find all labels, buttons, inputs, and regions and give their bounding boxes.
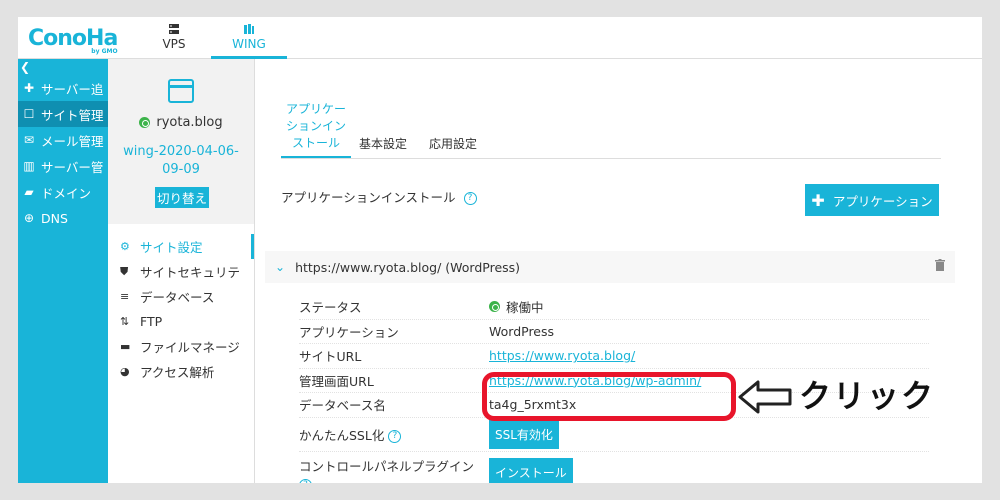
browser-window-icon [168, 79, 194, 103]
row-key: コントロールパネルプラグイン? [299, 458, 489, 483]
trash-icon[interactable] [935, 259, 945, 271]
help-icon[interactable]: ? [463, 192, 477, 205]
row-key: アプリケーション [299, 324, 399, 340]
globe-icon: ⊕ [23, 211, 35, 225]
pie-chart-icon: ◕ [120, 365, 130, 378]
row-value: WordPress [489, 323, 555, 339]
submenu-label: データベース [140, 290, 215, 305]
logo-sub: by GMO [91, 48, 118, 55]
submenu-site-settings[interactable]: ⚙ サイト設定 [108, 234, 254, 259]
sidebar-item-label: サイト管理 [41, 107, 104, 123]
tab-wing-label: WING [232, 37, 266, 51]
sidebar-item-label: サーバー管 [41, 159, 104, 175]
sidebar-item-site-management[interactable]: ☐ サイト管理 [18, 101, 108, 127]
chevron-down-icon: ⌄ [275, 260, 286, 274]
row-key: サイトURL [299, 349, 362, 365]
power-status-icon [489, 301, 500, 313]
tab-app-install[interactable]: アプリケーションインストール [281, 101, 351, 158]
top-bar: ConoHaby GMO VPS WING [18, 17, 982, 59]
submenu-label: アクセス解析 [140, 365, 215, 380]
site-header: ryota.blog wing-2020-04-06-09-09 切り替え [108, 59, 254, 224]
switch-button[interactable]: 切り替え [155, 187, 210, 208]
arrow-left-icon [738, 380, 792, 414]
install-button[interactable]: インストール [489, 457, 573, 483]
sidebar-item-domain[interactable]: ▰ ドメイン [18, 179, 108, 205]
database-icon: ≡ [120, 290, 130, 303]
ssl-key-text: かんたんSSL化 [299, 427, 385, 443]
row-key: ステータス [299, 300, 362, 316]
help-icon[interactable]: ? [299, 478, 312, 483]
domain-icon: ▰ [24, 185, 34, 199]
settings-page-icon: ⚙ [120, 240, 130, 253]
row-key: 管理画面URL [299, 373, 374, 389]
wing-icon [244, 24, 254, 34]
transfer-icon: ⇅ [120, 315, 130, 328]
submenu-label: FTP [140, 314, 163, 329]
sidebar-item-dns[interactable]: ⊕ DNS [18, 205, 108, 231]
submenu-site-security[interactable]: ⛊ サイトセキュリテ [108, 259, 254, 284]
row-status: ステータス 稼働中 [299, 295, 929, 320]
row-site-url: サイトURL https://www.ryota.blog/ [299, 344, 929, 369]
tab-advanced-settings[interactable]: 応用設定 [429, 135, 477, 152]
row-key: データベース名 [299, 398, 386, 414]
add-application-label: アプリケーション [832, 193, 933, 209]
tab-vps-label: VPS [162, 37, 186, 51]
site-sub-menu: ⚙ サイト設定 ⛊ サイトセキュリテ ≡ データベース ⇅ FTP ▬ ファイル… [108, 234, 254, 384]
app-accordion-header[interactable]: ⌄ https://www.ryota.blog/ (WordPress) [265, 251, 955, 283]
power-status-icon [139, 117, 151, 128]
section-title: アプリケーションインストール? [281, 187, 477, 206]
site-name: ryota.blog [108, 115, 254, 130]
row-value: 稼働中 [489, 297, 544, 316]
row-application: アプリケーション WordPress [299, 320, 929, 344]
sidebar-item-label: サーバー追 [41, 81, 104, 97]
row-key: かんたんSSL化? [299, 425, 489, 444]
tab-vps[interactable]: VPS [136, 21, 212, 59]
submenu-label: サイト設定 [140, 240, 203, 255]
sidebar-item-server-management[interactable]: ▥ サーバー管 [18, 153, 108, 179]
server-name: wing-2020-04-06-09-09 [123, 144, 239, 177]
row-ssl: かんたんSSL化? SSL有効化 [299, 418, 929, 452]
shield-icon: ⛊ [120, 264, 129, 278]
collapse-icon[interactable]: ❮ [18, 59, 108, 75]
submenu-ftp[interactable]: ⇅ FTP [108, 309, 254, 334]
ssl-enable-button[interactable]: SSL有効化 [489, 419, 559, 449]
mail-icon: ✉ [23, 133, 35, 147]
row-control-panel-plugin: コントロールパネルプラグイン? インストール [299, 452, 929, 483]
conoha-logo[interactable]: ConoHaby GMO [28, 26, 118, 55]
server-stack-icon: ▥ [23, 159, 35, 173]
plus-icon: ✚ [23, 81, 35, 95]
accordion-title: https://www.ryota.blog/ (WordPress) [295, 259, 521, 275]
server-icon [169, 24, 179, 34]
site-subpanel: ryota.blog wing-2020-04-06-09-09 切り替え ⚙ … [108, 59, 254, 483]
tab-bar: アプリケーションインストール 基本設定 応用設定 [281, 81, 941, 159]
submenu-label: サイトセキュリテ [140, 265, 241, 280]
tab-wing[interactable]: WING [211, 21, 287, 59]
tab-basic-settings[interactable]: 基本設定 [359, 135, 407, 152]
sidebar-item-label: ドメイン [41, 185, 92, 201]
add-application-button[interactable]: ✚ アプリケーション [805, 184, 939, 216]
app-frame: ConoHaby GMO VPS WING ❮ ✚ サーバー追 ☐ サイト管理 … [18, 17, 982, 483]
site-name-text: ryota.blog [156, 115, 223, 130]
site-url-link[interactable]: https://www.ryota.blog/ [489, 348, 635, 363]
submenu-label: ファイルマネージ [140, 340, 240, 355]
section-title-text: アプリケーションインストール [281, 190, 456, 205]
sidebar-item-label: メール管理 [41, 133, 104, 149]
help-icon[interactable]: ? [388, 429, 402, 443]
click-annotation-label: クリック [799, 377, 936, 415]
plus-icon: ✚ [811, 190, 825, 210]
sidebar-item-add-server[interactable]: ✚ サーバー追 [18, 75, 108, 101]
window-icon: ☐ [23, 107, 35, 121]
folder-icon: ▬ [120, 340, 131, 353]
sidebar-item-mail-management[interactable]: ✉ メール管理 [18, 127, 108, 153]
submenu-access-analytics[interactable]: ◕ アクセス解析 [108, 359, 254, 384]
status-text: 稼働中 [506, 300, 544, 316]
sidebar: ❮ ✚ サーバー追 ☐ サイト管理 ✉ メール管理 ▥ サーバー管 ▰ ドメイン… [18, 59, 108, 483]
plugin-key-text: コントロールパネルプラグイン [299, 458, 475, 474]
submenu-file-manager[interactable]: ▬ ファイルマネージ [108, 334, 254, 359]
highlight-annotation [482, 372, 736, 421]
submenu-database[interactable]: ≡ データベース [108, 284, 254, 309]
sidebar-item-label: DNS [41, 210, 68, 226]
